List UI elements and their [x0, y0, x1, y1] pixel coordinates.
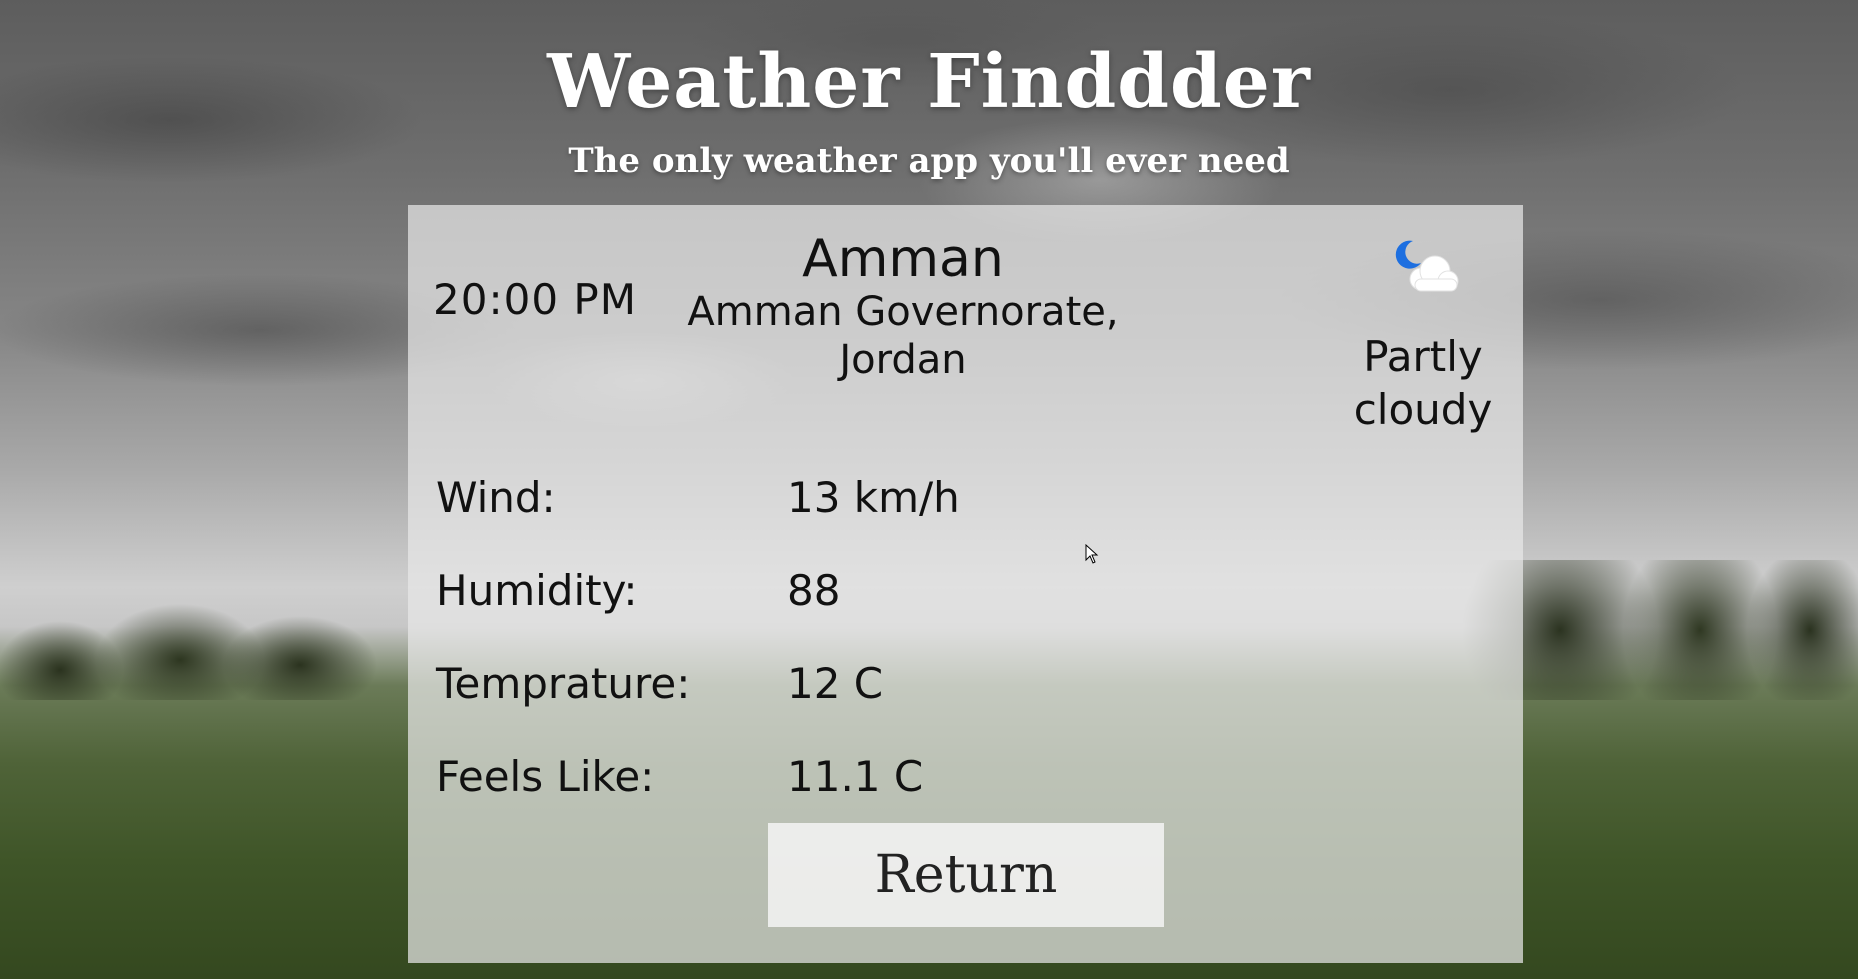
condition-line-2: cloudy	[1353, 384, 1493, 434]
detail-label: Temprature:	[436, 659, 691, 708]
detail-value: 13 km/h	[787, 473, 960, 522]
app-subtitle: The only weather app you'll ever need	[568, 141, 1290, 181]
app-header: Weather Finddder The only weather app yo…	[0, 45, 1858, 181]
detail-label: Feels Like:	[436, 752, 655, 801]
condition-block: Partly cloudy	[1348, 233, 1498, 436]
partly-cloudy-night-icon	[1383, 233, 1463, 303]
city-name: Amman	[802, 229, 1004, 289]
detail-value: 11.1 C	[787, 752, 924, 801]
condition-line-1: Partly	[1363, 332, 1483, 381]
app-title: Weather Finddder	[547, 39, 1311, 125]
detail-label: Humidity:	[436, 566, 638, 615]
local-time: 20:00 PM	[433, 275, 637, 324]
mouse-cursor-icon	[1085, 543, 1099, 568]
condition-text: Partly cloudy	[1348, 331, 1498, 436]
weather-card: 20:00 PM Amman Amman Governorate, Jordan…	[408, 205, 1523, 963]
detail-value: 88	[787, 566, 841, 615]
location-block: Amman Amman Governorate, Jordan	[658, 229, 1148, 384]
detail-value: 12 C	[787, 659, 884, 708]
detail-label: Wind:	[436, 473, 556, 522]
return-button[interactable]: Return	[768, 823, 1164, 927]
region-name: Amman Governorate, Jordan	[687, 289, 1119, 384]
